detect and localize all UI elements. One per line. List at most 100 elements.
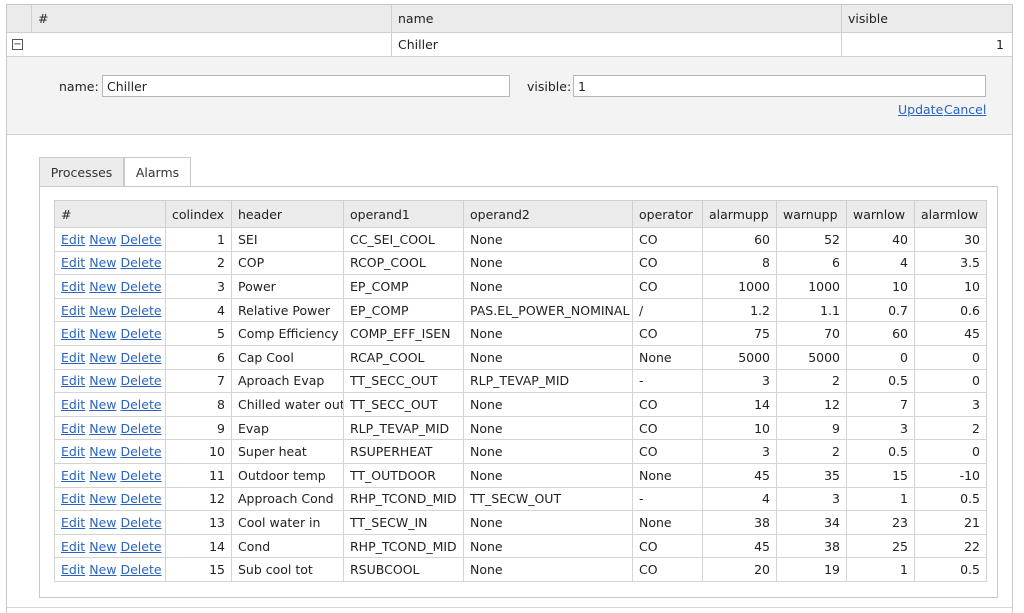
edit-link[interactable]: Edit — [61, 303, 85, 318]
alarms-col-operand2[interactable]: operand2 — [463, 200, 633, 228]
cell-warnlow: 10 — [846, 274, 915, 299]
edit-link[interactable]: Edit — [61, 515, 85, 530]
alarms-col-alarmlow[interactable]: alarmlow — [914, 200, 987, 228]
cell-operand1: RCAP_COOL — [343, 344, 464, 370]
cell-warnupp: 1000 — [776, 274, 847, 299]
table-row[interactable]: Edit New Delete 7 Aproach Evap TT_SECC_OUT RLP… — [54, 368, 987, 394]
edit-link[interactable]: Edit — [61, 539, 85, 554]
row-actions-cell: Edit New Delete — [54, 415, 166, 441]
new-link[interactable]: New — [89, 326, 116, 341]
delete-link[interactable]: Delete — [120, 303, 161, 318]
table-row[interactable]: Edit New Delete 13 Cool water in TT_SECW_IN No… — [54, 510, 987, 535]
new-link[interactable]: New — [89, 373, 116, 388]
table-row[interactable]: Edit New Delete 8 Chilled water out TT_SECC_O… — [54, 392, 987, 417]
edit-link[interactable]: Edit — [61, 562, 85, 577]
cell-operator: CO — [632, 250, 703, 276]
visible-input[interactable] — [573, 75, 986, 97]
new-link[interactable]: New — [89, 255, 116, 270]
table-row[interactable]: Edit New Delete 2 COP RCOP_COOL None CO 8 6 4 3.5 — [54, 250, 987, 276]
tab-alarms[interactable]: Alarms — [124, 157, 191, 187]
edit-link[interactable]: Edit — [61, 232, 85, 247]
table-row[interactable]: Edit New Delete 11 Outdoor temp TT_OUTDOOR Non… — [54, 462, 987, 488]
update-link[interactable]: Update — [898, 102, 943, 117]
name-input[interactable] — [102, 75, 510, 97]
new-link[interactable]: New — [89, 350, 116, 365]
column-header-visible[interactable]: visible — [841, 5, 1012, 32]
new-link[interactable]: New — [89, 397, 116, 412]
table-row[interactable]: Edit New Delete 5 Comp Efficiency COMP_EFF_IS… — [54, 321, 987, 346]
new-link[interactable]: New — [89, 303, 116, 318]
alarms-col-alarmupp[interactable]: alarmupp — [702, 200, 777, 228]
table-row[interactable]: Edit New Delete 14 Cond RHP_TCOND_MID None CO 45… — [54, 533, 987, 559]
delete-link[interactable]: Delete — [120, 562, 161, 577]
tab-processes[interactable]: Processes — [39, 157, 124, 186]
new-link[interactable]: New — [89, 468, 116, 483]
delete-link[interactable]: Delete — [120, 421, 161, 436]
new-link[interactable]: New — [89, 279, 116, 294]
table-row[interactable]: Edit New Delete 6 Cap Cool RCAP_COOL None None 5… — [54, 344, 987, 370]
cell-colindex: 5 — [165, 321, 232, 346]
table-row[interactable]: Edit New Delete 9 Evap RLP_TEVAP_MID None CO 10 9… — [54, 415, 987, 441]
delete-link[interactable]: Delete — [120, 350, 161, 365]
edit-link[interactable]: Edit — [61, 421, 85, 436]
expander-cell[interactable]: − — [7, 33, 31, 56]
table-row[interactable]: Edit New Delete 15 Sub cool tot RSUBCOOL None C… — [54, 557, 987, 582]
alarms-col-hash[interactable]: # — [54, 200, 166, 228]
new-link[interactable]: New — [89, 539, 116, 554]
edit-link[interactable]: Edit — [61, 468, 85, 483]
edit-link[interactable]: Edit — [61, 397, 85, 412]
cell-colindex: 1 — [165, 227, 232, 252]
delete-link[interactable]: Delete — [120, 515, 161, 530]
delete-link[interactable]: Delete — [120, 373, 161, 388]
alarms-col-colindex[interactable]: colindex — [165, 200, 232, 228]
delete-link[interactable]: Delete — [120, 232, 161, 247]
delete-link[interactable]: Delete — [120, 326, 161, 341]
edit-link[interactable]: Edit — [61, 279, 85, 294]
delete-link[interactable]: Delete — [120, 539, 161, 554]
alarms-col-warnupp[interactable]: warnupp — [776, 200, 847, 228]
column-header-hash[interactable]: # — [31, 5, 391, 32]
edit-link[interactable]: Edit — [61, 444, 85, 459]
column-header-name[interactable]: name — [391, 5, 841, 32]
edit-link[interactable]: Edit — [61, 255, 85, 270]
cell-alarmlow: 30 — [914, 227, 987, 252]
alarms-col-operand1[interactable]: operand1 — [343, 200, 464, 228]
edit-link[interactable]: Edit — [61, 350, 85, 365]
master-grid-row[interactable]: − Chiller 1 — [7, 33, 1012, 57]
alarms-col-warnlow[interactable]: warnlow — [846, 200, 915, 228]
delete-link[interactable]: Delete — [120, 255, 161, 270]
cell-alarmupp: 45 — [702, 462, 777, 488]
row-actions-cell: Edit New Delete — [54, 486, 166, 512]
new-link[interactable]: New — [89, 491, 116, 506]
edit-link[interactable]: Edit — [61, 326, 85, 341]
new-link[interactable]: New — [89, 515, 116, 530]
alarms-col-operator[interactable]: operator — [632, 200, 703, 228]
delete-link[interactable]: Delete — [120, 468, 161, 483]
cell-operand1: RLP_TEVAP_MID — [343, 415, 464, 441]
table-row[interactable]: Edit New Delete 10 Super heat RSUPERHEAT None C… — [54, 439, 987, 464]
new-link[interactable]: New — [89, 562, 116, 577]
new-link[interactable]: New — [89, 444, 116, 459]
cell-header: Evap — [231, 415, 344, 441]
cell-warnupp: 2 — [776, 368, 847, 394]
cell-warnlow: 0 — [846, 344, 915, 370]
new-link[interactable]: New — [89, 232, 116, 247]
edit-link[interactable]: Edit — [61, 373, 85, 388]
edit-form-panel: name: visible: Update Cancel — [7, 57, 1012, 135]
name-label: name: — [59, 79, 99, 94]
cell-colindex: 4 — [165, 297, 232, 323]
edit-link[interactable]: Edit — [61, 491, 85, 506]
delete-link[interactable]: Delete — [120, 279, 161, 294]
new-link[interactable]: New — [89, 421, 116, 436]
delete-link[interactable]: Delete — [120, 397, 161, 412]
minus-box-icon[interactable]: − — [12, 39, 23, 50]
cell-operator: CO — [632, 274, 703, 299]
table-row[interactable]: Edit New Delete 1 SEI CC_SEI_COOL None CO 60 52 40… — [54, 227, 987, 252]
cancel-link[interactable]: Cancel — [944, 102, 986, 117]
table-row[interactable]: Edit New Delete 3 Power EP_COMP None CO 1000 1000… — [54, 274, 987, 299]
table-row[interactable]: Edit New Delete 4 Relative Power EP_COMP PAS.E… — [54, 297, 987, 323]
alarms-col-header[interactable]: header — [231, 200, 344, 228]
table-row[interactable]: Edit New Delete 12 Approach Cond RHP_TCOND_MI… — [54, 486, 987, 512]
delete-link[interactable]: Delete — [120, 444, 161, 459]
delete-link[interactable]: Delete — [120, 491, 161, 506]
